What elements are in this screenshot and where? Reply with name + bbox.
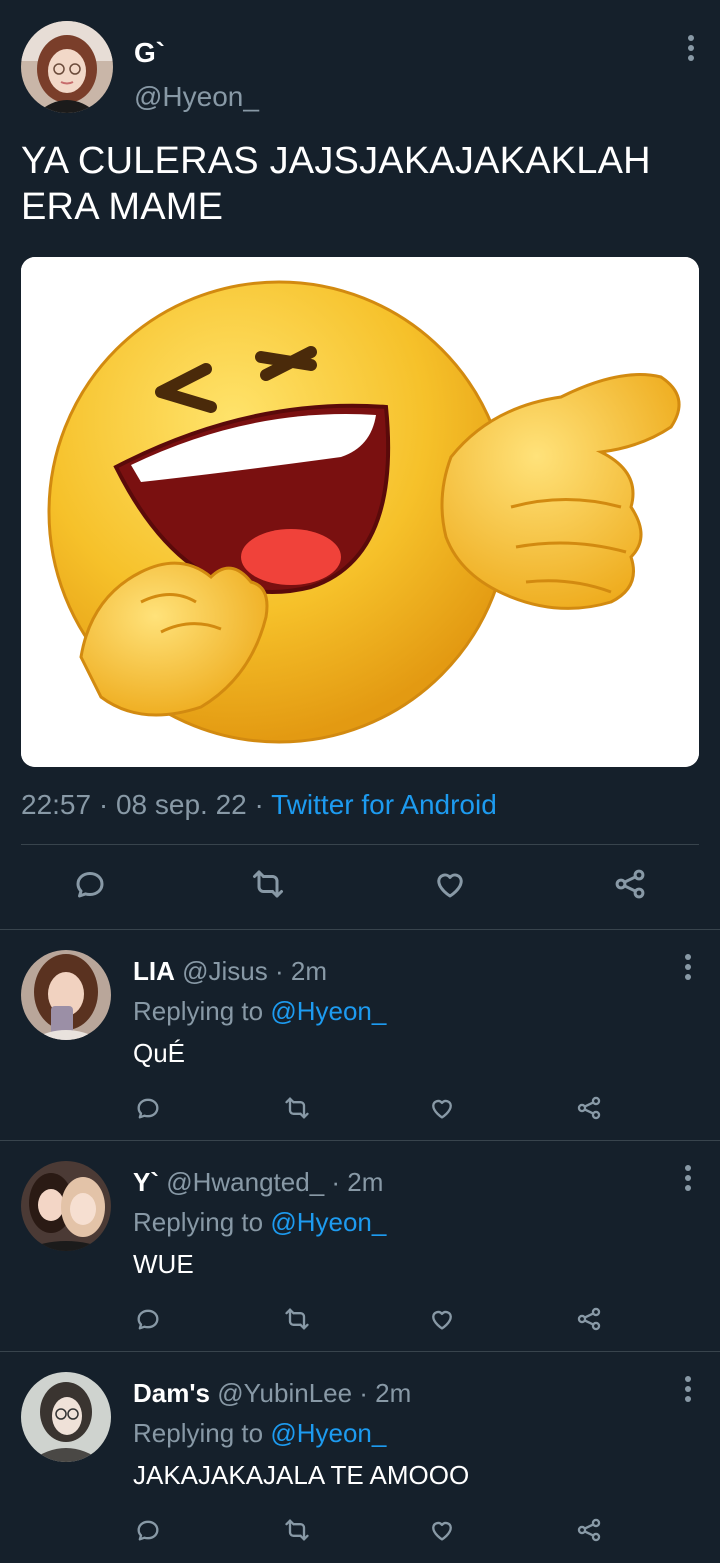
tweet-date: 08 sep. 22 xyxy=(115,789,247,820)
author-handle[interactable]: @Hyeon_ xyxy=(134,81,259,113)
author-name[interactable]: G` xyxy=(134,37,165,69)
reply-author-name[interactable]: Y` xyxy=(133,1167,159,1197)
more-options-icon[interactable] xyxy=(678,954,698,988)
replying-to: Replying to @Hyeon_ xyxy=(133,1207,386,1238)
replying-to-handle[interactable]: @Hyeon_ xyxy=(270,996,386,1026)
more-options-icon[interactable] xyxy=(681,35,701,69)
reply-item[interactable]: LIA @Jisus · 2m Replying to @Hyeon_ QuÉ xyxy=(0,930,720,1140)
reply-avatar[interactable] xyxy=(21,1161,111,1251)
more-options-icon[interactable] xyxy=(678,1165,698,1199)
reply-author-name[interactable]: LIA xyxy=(133,956,175,986)
share-icon[interactable] xyxy=(571,1301,607,1337)
replying-to-handle[interactable]: @Hyeon_ xyxy=(270,1207,386,1237)
laughing-pointing-emoji-image xyxy=(21,257,699,767)
share-icon[interactable] xyxy=(571,1512,607,1548)
reply-actions xyxy=(0,1512,720,1552)
reply-timestamp: · 2m xyxy=(267,956,327,986)
reply-avatar[interactable] xyxy=(21,950,111,1040)
reply-timestamp: · 2m xyxy=(324,1167,384,1197)
reply-header: LIA @Jisus · 2m xyxy=(133,956,327,987)
reply-author-name[interactable]: Dam's xyxy=(133,1378,210,1408)
retweet-icon[interactable] xyxy=(279,1301,315,1337)
tweet-meta: 22:57 · 08 sep. 22 · Twitter for Android xyxy=(21,789,497,821)
reply-text: JAKAJAKAJALA TE AMOOO xyxy=(133,1460,470,1490)
reply-icon[interactable] xyxy=(130,1090,166,1126)
tweet-text: YA CULERAS JAJSJAKAJAKAKLAH ERA MAME xyxy=(21,138,701,230)
replying-to: Replying to @Hyeon_ xyxy=(133,1418,386,1449)
reply-actions xyxy=(0,1090,720,1130)
reply-header: Y` @Hwangted_ · 2m xyxy=(133,1167,383,1198)
like-icon[interactable] xyxy=(428,862,472,906)
retweet-icon[interactable] xyxy=(246,862,290,906)
retweet-icon[interactable] xyxy=(279,1090,315,1126)
reply-author-handle[interactable]: @Jisus xyxy=(182,956,268,986)
replying-to-label: Replying to xyxy=(133,1418,271,1448)
tweet-header: G` @Hyeon_ xyxy=(21,21,701,113)
replying-to: Replying to @Hyeon_ xyxy=(133,996,386,1027)
reply-avatar[interactable] xyxy=(21,1372,111,1462)
replying-to-label: Replying to xyxy=(133,996,271,1026)
reply-timestamp: · 2m xyxy=(352,1378,412,1408)
more-options-icon[interactable] xyxy=(678,1376,698,1410)
divider xyxy=(21,844,699,845)
tweet-time: 22:57 xyxy=(21,789,92,820)
tweet-media-image[interactable] xyxy=(21,257,699,767)
reply-icon[interactable] xyxy=(130,1301,166,1337)
reply-icon[interactable] xyxy=(68,862,112,906)
meta-separator: · xyxy=(91,789,116,820)
like-icon[interactable] xyxy=(424,1301,460,1337)
replying-to-handle[interactable]: @Hyeon_ xyxy=(270,1418,386,1448)
reply-text: WUE xyxy=(133,1249,194,1279)
like-icon[interactable] xyxy=(424,1090,460,1126)
like-icon[interactable] xyxy=(424,1512,460,1548)
tweet-source-link[interactable]: Twitter for Android xyxy=(271,789,497,820)
reply-icon[interactable] xyxy=(130,1512,166,1548)
replying-to-label: Replying to xyxy=(133,1207,271,1237)
reply-author-handle[interactable]: @Hwangted_ xyxy=(166,1167,324,1197)
reply-text: QuÉ xyxy=(133,1038,186,1068)
retweet-icon[interactable] xyxy=(279,1512,315,1548)
share-icon[interactable] xyxy=(608,862,652,906)
reply-item[interactable]: Dam's @YubinLee · 2m Replying to @Hyeon_… xyxy=(0,1352,720,1562)
tweet-actions xyxy=(0,862,720,912)
share-icon[interactable] xyxy=(571,1090,607,1126)
tweet-text-line-2: ERA MAME xyxy=(21,186,224,228)
author-avatar[interactable] xyxy=(21,21,113,113)
reply-actions xyxy=(0,1301,720,1341)
meta-separator: · xyxy=(246,789,272,820)
reply-header: Dam's @YubinLee · 2m xyxy=(133,1378,411,1409)
reply-item[interactable]: Y` @Hwangted_ · 2m Replying to @Hyeon_ W… xyxy=(0,1141,720,1351)
reply-author-handle[interactable]: @YubinLee xyxy=(217,1378,352,1408)
tweet-text-line-1: YA CULERAS JAJSJAKAJAKAKLAH xyxy=(21,140,651,182)
